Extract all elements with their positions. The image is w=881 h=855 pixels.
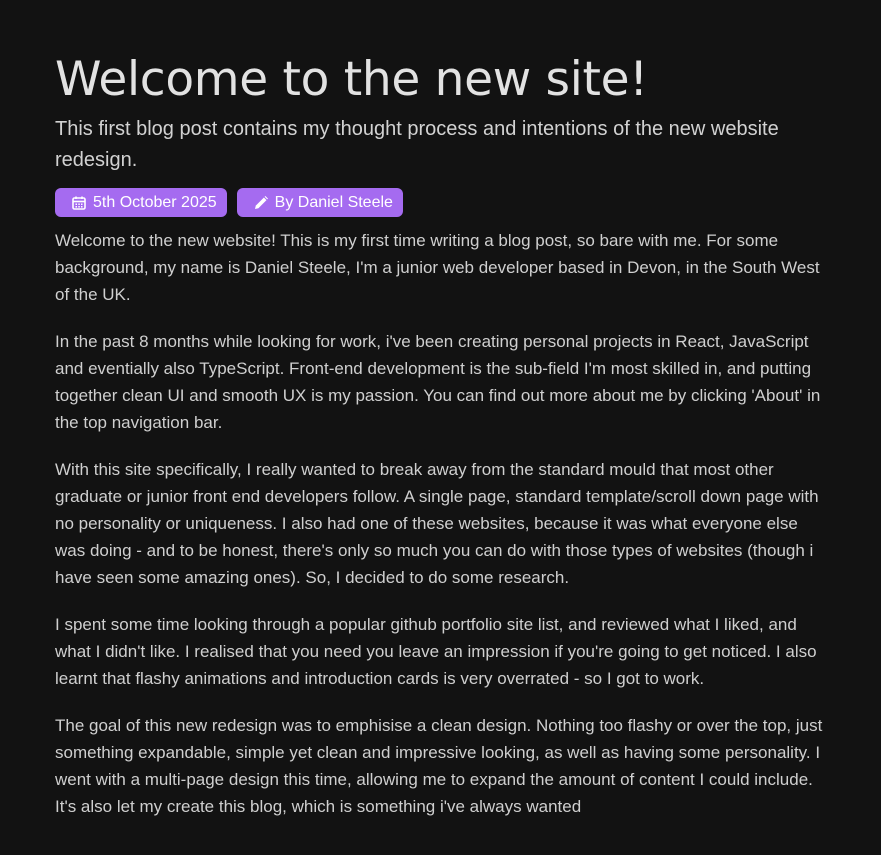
blog-post-page: Welcome to the new site! This first blog… [0, 0, 881, 855]
post-paragraph: With this site specifically, I really wa… [55, 460, 819, 587]
post-date: 5th October 2025 [93, 193, 217, 211]
post-paragraph: Welcome to the new website! This is my f… [55, 231, 820, 304]
date-badge: 5th October 2025 [55, 188, 227, 217]
post-title: Welcome to the new site! [55, 52, 648, 107]
post-author: By Daniel Steele [274, 193, 393, 211]
post-paragraph: The goal of this new redesign was to emp… [55, 716, 823, 816]
post-meta: 5th October 2025 By Daniel Steele [55, 188, 826, 217]
author-badge: By Daniel Steele [236, 188, 403, 217]
post-paragraph: In the past 8 months while looking for w… [55, 332, 821, 432]
pencil-icon [253, 195, 269, 211]
calendar-icon [71, 195, 87, 211]
post-paragraph: I spent some time looking through a popu… [55, 615, 817, 688]
post-body: Welcome to the new website! This is my f… [55, 227, 826, 820]
post-subtitle: This first blog post contains my thought… [55, 118, 779, 171]
